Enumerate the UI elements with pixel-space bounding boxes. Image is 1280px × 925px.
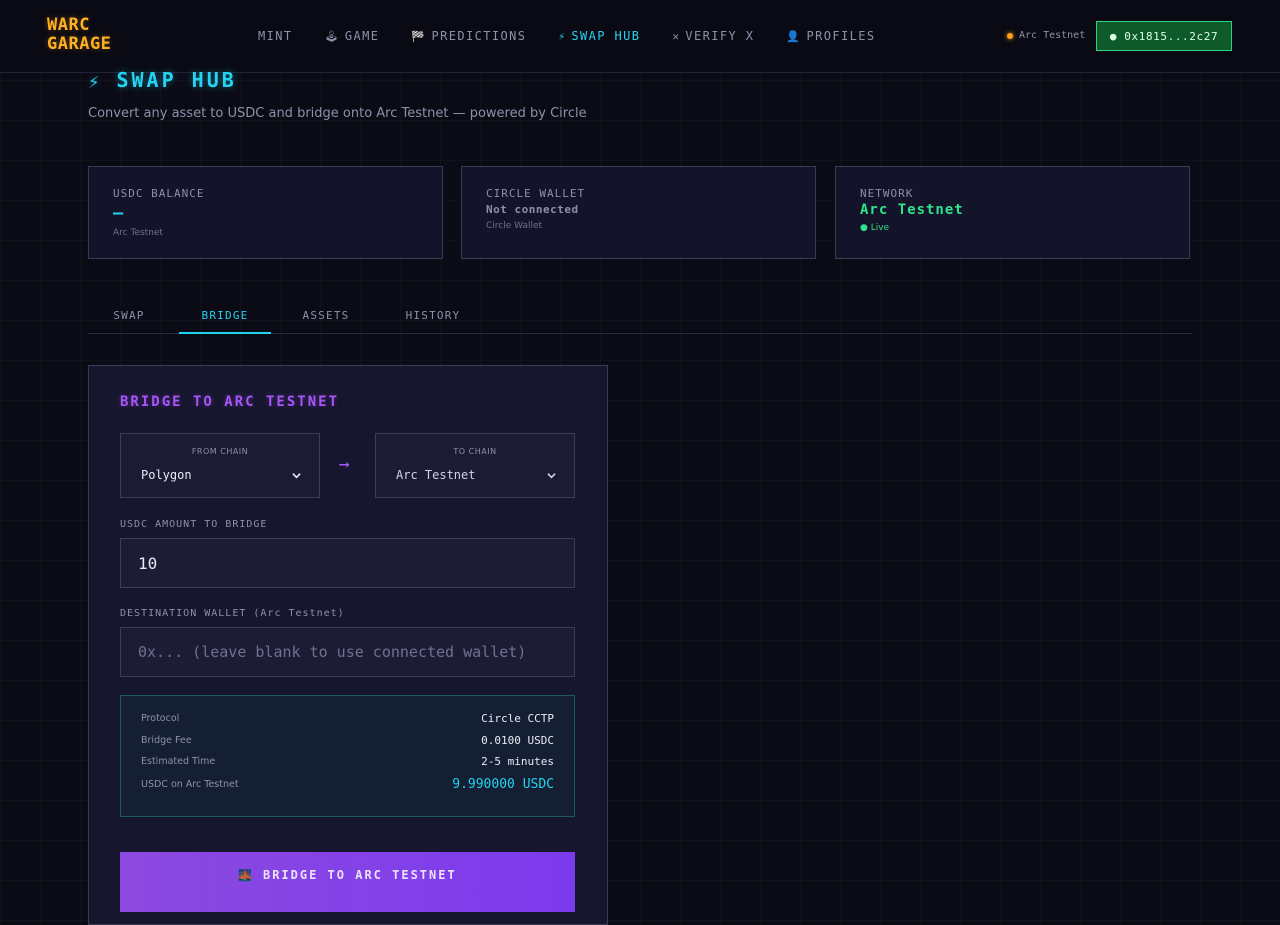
network-card: NETWORK Arc Testnet ● Live xyxy=(835,166,1190,259)
info-key: Bridge Fee xyxy=(141,735,192,746)
amount-input[interactable]: 10 xyxy=(120,538,575,588)
network-status-dot-icon xyxy=(1007,32,1013,39)
circle-wallet-sub: Circle Wallet xyxy=(486,221,543,231)
nav-item-mint[interactable]: MINT xyxy=(258,29,293,43)
to-chain-select[interactable]: TO CHAIN Arc Testnet xyxy=(375,433,575,498)
info-key: USDC on Arc Testnet xyxy=(141,779,239,790)
nav-item-profiles[interactable]: 👤 PROFILES xyxy=(786,29,875,43)
x-logo-icon: ✕ xyxy=(672,29,681,43)
brand-logo-line2: GARAGE xyxy=(47,34,112,54)
from-chain-select[interactable]: FROM CHAIN Polygon xyxy=(120,433,320,498)
to-chain-value: Arc Testnet xyxy=(396,468,476,482)
top-navigation-bar: WARC GARAGE MINT 🕹 GAME 🏁 PREDICTIONS ⚡ … xyxy=(0,0,1280,73)
nav-label-verify-x: VERIFY X xyxy=(685,29,755,43)
circle-wallet-card: CIRCLE WALLET Not connected Circle Walle… xyxy=(461,166,816,259)
lightning-icon: ⚡ xyxy=(558,29,567,43)
info-value: 0.0100 USDC xyxy=(481,734,554,747)
checkered-flag-icon: 🏁 xyxy=(411,29,427,43)
circle-wallet-status: Not connected xyxy=(486,203,579,216)
destination-wallet-input[interactable]: 0x... (leave blank to use connected wall… xyxy=(120,627,575,677)
network-label: NETWORK xyxy=(860,187,914,200)
nav-label-profiles: PROFILES xyxy=(806,29,876,43)
amount-field-label: USDC AMOUNT TO BRIDGE xyxy=(120,519,268,530)
lightning-icon: ⚡ xyxy=(88,71,103,93)
usdc-balance-network: Arc Testnet xyxy=(113,228,163,238)
bridge-info-box: Protocol Circle CCTP Bridge Fee 0.0100 U… xyxy=(120,695,575,817)
page-subtitle: Convert any asset to USDC and bridge ont… xyxy=(88,106,587,121)
page-title-text: SWAP HUB xyxy=(116,68,237,92)
info-row-protocol: Protocol Circle CCTP xyxy=(141,712,554,725)
bridge-icon: 🌉 xyxy=(238,869,254,882)
arrow-right-icon: ➞ xyxy=(339,455,350,476)
network-indicator: Arc Testnet xyxy=(1007,30,1085,41)
user-icon: 👤 xyxy=(786,29,802,43)
nav-label-game: GAME xyxy=(344,29,380,43)
swap-hub-tabs: SWAP BRIDGE ASSETS HISTORY xyxy=(88,298,1192,334)
nav-item-predictions[interactable]: 🏁 PREDICTIONS xyxy=(411,29,526,43)
tab-swap[interactable]: SWAP xyxy=(88,298,170,332)
wallet-address-button[interactable]: ● 0x1815...2c27 xyxy=(1096,21,1232,51)
bridge-submit-label: BRIDGE TO ARC TESTNET xyxy=(262,868,457,882)
info-key: Estimated Time xyxy=(141,756,216,767)
info-row-estimated-time: Estimated Time 2-5 minutes xyxy=(141,755,554,768)
nav-item-game[interactable]: 🕹 GAME xyxy=(325,29,380,43)
usdc-balance-label: USDC BALANCE xyxy=(113,187,205,200)
info-value: 9.990000 USDC xyxy=(452,777,554,792)
destination-field-label: DESTINATION WALLET (Arc Testnet) xyxy=(120,608,345,619)
brand-logo[interactable]: WARC GARAGE xyxy=(47,16,111,54)
network-indicator-label: Arc Testnet xyxy=(1019,30,1086,41)
nav-item-verify-x[interactable]: ✕ VERIFY X xyxy=(672,29,754,43)
usdc-balance-value: — xyxy=(113,203,124,223)
from-chain-value: Polygon xyxy=(141,468,192,482)
bridge-panel-title: BRIDGE TO ARC TESTNET xyxy=(120,394,340,410)
nav-label-swap-hub: SWAP HUB xyxy=(571,29,641,43)
tab-assets[interactable]: ASSETS xyxy=(284,298,368,332)
joystick-icon: 🕹 xyxy=(324,29,340,43)
info-value: 2-5 minutes xyxy=(481,755,554,768)
circle-wallet-label: CIRCLE WALLET xyxy=(486,187,586,200)
page-title: ⚡ SWAP HUB xyxy=(88,67,237,93)
main-nav: MINT 🕹 GAME 🏁 PREDICTIONS ⚡ SWAP HUB ✕ V… xyxy=(258,29,908,43)
info-row-bridge-fee: Bridge Fee 0.0100 USDC xyxy=(141,734,554,747)
from-chain-label: FROM CHAIN xyxy=(191,447,249,456)
chevron-down-icon xyxy=(292,473,301,479)
nav-item-swap-hub[interactable]: ⚡ SWAP HUB xyxy=(558,29,640,43)
brand-logo-line1: WARC xyxy=(47,15,90,35)
network-live-status: ● Live xyxy=(860,223,890,233)
info-value: Circle CCTP xyxy=(481,712,554,725)
bridge-submit-button[interactable]: 🌉 BRIDGE TO ARC TESTNET xyxy=(120,852,575,912)
tab-history[interactable]: HISTORY xyxy=(388,298,478,332)
nav-label-predictions: PREDICTIONS xyxy=(431,29,527,43)
network-value: Arc Testnet xyxy=(860,202,964,218)
usdc-balance-card: USDC BALANCE — Arc Testnet xyxy=(88,166,443,259)
info-key: Protocol xyxy=(141,713,180,724)
to-chain-label: TO CHAIN xyxy=(453,447,497,456)
tab-bridge[interactable]: BRIDGE xyxy=(179,298,271,334)
nav-label-mint: MINT xyxy=(258,29,293,43)
chevron-down-icon xyxy=(547,473,556,479)
info-row-usdc-received: USDC on Arc Testnet 9.990000 USDC xyxy=(141,777,554,792)
